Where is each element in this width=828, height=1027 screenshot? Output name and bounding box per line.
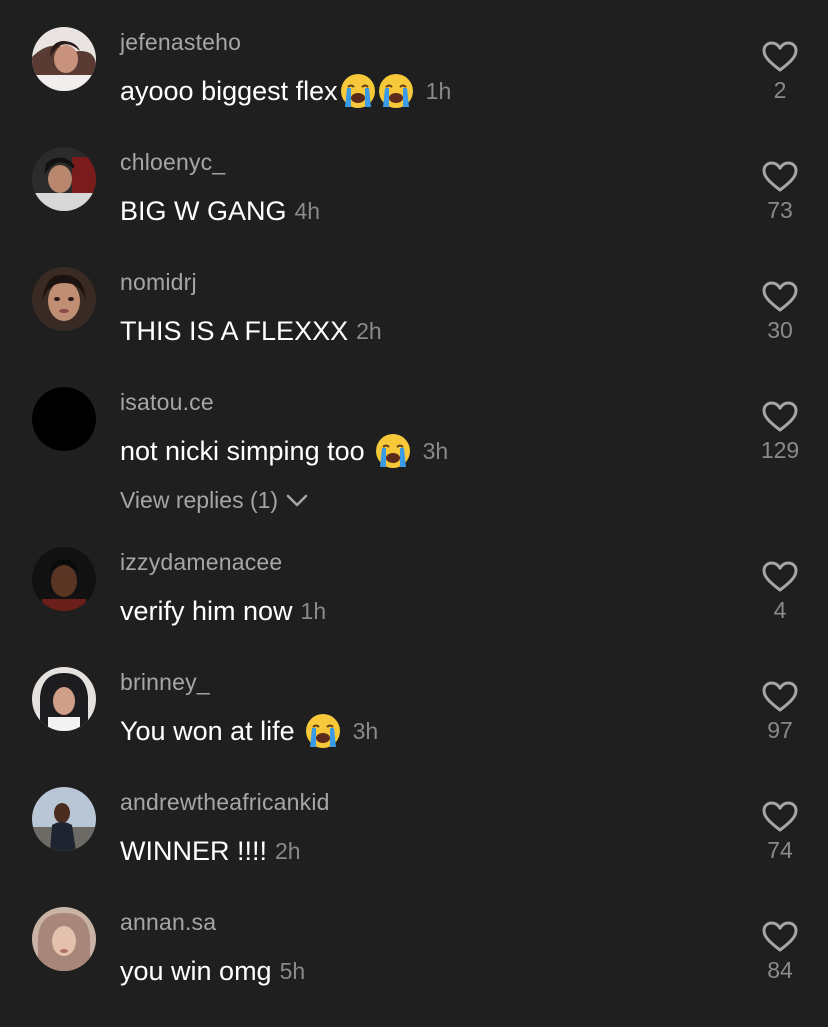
comment-item: chloenyc_ BIG W GANG 4h 73 [0, 147, 828, 267]
comment-item: brinney_ You won at life 3h 97 [0, 667, 828, 787]
heart-icon[interactable] [762, 161, 798, 193]
comment-text-line: BIG W GANG 4h [120, 191, 320, 231]
comment-text: You won at life [120, 715, 295, 746]
like-button[interactable]: 84 [760, 921, 800, 984]
avatar[interactable] [32, 267, 96, 331]
comment-username[interactable]: jefenasteho [120, 29, 241, 56]
comment-text-line: verify him now 1h [120, 591, 326, 631]
comment-text-line: ayooo biggest flex 1h [120, 71, 451, 111]
heart-icon[interactable] [762, 401, 798, 433]
comment-text: not nicki simping too [120, 435, 365, 466]
like-count: 4 [773, 597, 787, 623]
view-replies-button[interactable]: View replies (1) [120, 487, 308, 514]
comment-time: 4h [294, 197, 321, 224]
heart-icon[interactable] [762, 801, 798, 833]
crying-face-emoji-icon [340, 73, 376, 109]
like-button[interactable]: 73 [760, 161, 800, 224]
comment-time: 5h [279, 957, 306, 984]
like-button[interactable]: 97 [760, 681, 800, 744]
avatar[interactable] [32, 667, 96, 731]
heart-icon[interactable] [762, 561, 798, 593]
comment-time: 3h [352, 717, 379, 744]
heart-icon[interactable] [762, 281, 798, 313]
view-replies-label: View replies (1) [120, 487, 279, 513]
crying-face-emoji-icon [378, 73, 414, 109]
like-button[interactable]: 2 [760, 41, 800, 104]
like-button[interactable]: 30 [760, 281, 800, 344]
comment-username[interactable]: isatou.ce [120, 389, 214, 416]
comment-item: jefenasteho ayooo biggest flex 1h 2 [0, 27, 828, 147]
crying-face-emoji-icon [305, 713, 341, 749]
comment-time: 2h [275, 837, 301, 864]
comment-text: ayooo biggest flex [120, 75, 338, 106]
comment-item: nomidrj THIS IS A FLEXXX 2h 30 [0, 267, 828, 387]
comment-text: WINNER !!!! [120, 835, 267, 866]
heart-icon[interactable] [762, 921, 798, 953]
crying-face-emoji-icon [375, 433, 411, 469]
comment-username[interactable]: andrewtheafricankid [120, 789, 330, 816]
comment-text-line: You won at life 3h [120, 711, 378, 751]
comment-text-line: WINNER !!!! 2h [120, 831, 301, 871]
comment-username[interactable]: izzydamenacee [120, 549, 282, 576]
heart-icon[interactable] [762, 681, 798, 713]
comment-text: BIG W GANG [120, 195, 287, 226]
comment-text: verify him now [120, 595, 293, 626]
comment-username[interactable]: brinney_ [120, 669, 210, 696]
comment-text-line: you win omg 5h [120, 951, 305, 991]
comment-text-line: not nicki simping too 3h [120, 431, 448, 471]
like-count: 97 [767, 717, 793, 743]
avatar[interactable] [32, 387, 96, 451]
chevron-down-icon [286, 494, 308, 506]
like-count: 2 [773, 77, 787, 103]
comment-time: 3h [422, 437, 449, 464]
comment-item: annan.sa you win omg 5h 84 [0, 907, 828, 1027]
like-count: 74 [767, 837, 793, 863]
comment-username[interactable]: annan.sa [120, 909, 216, 936]
comment-time: 1h [300, 597, 327, 624]
comment-item: izzydamenacee verify him now 1h 4 [0, 547, 828, 667]
like-count: 84 [767, 957, 793, 983]
avatar[interactable] [32, 27, 96, 91]
like-button[interactable]: 129 [760, 401, 800, 464]
comment-username[interactable]: nomidrj [120, 269, 197, 296]
avatar[interactable] [32, 787, 96, 851]
like-button[interactable]: 74 [760, 801, 800, 864]
heart-icon[interactable] [762, 41, 798, 73]
avatar[interactable] [32, 547, 96, 611]
avatar[interactable] [32, 147, 96, 211]
comment-text-line: THIS IS A FLEXXX 2h [120, 311, 382, 351]
like-count: 30 [767, 317, 793, 343]
like-button[interactable]: 4 [760, 561, 800, 624]
comment-text: you win omg [120, 955, 272, 986]
comment-time: 2h [356, 317, 382, 344]
comment-item: isatou.ce not nicki simping too 3h 129 V… [0, 387, 828, 513]
comment-time: 1h [425, 77, 452, 104]
comment-username[interactable]: chloenyc_ [120, 149, 225, 176]
like-count: 73 [767, 197, 793, 223]
avatar[interactable] [32, 907, 96, 971]
like-count: 129 [760, 437, 800, 463]
comment-item: andrewtheafricankid WINNER !!!! 2h 74 [0, 787, 828, 907]
comment-text: THIS IS A FLEXXX [120, 315, 349, 346]
